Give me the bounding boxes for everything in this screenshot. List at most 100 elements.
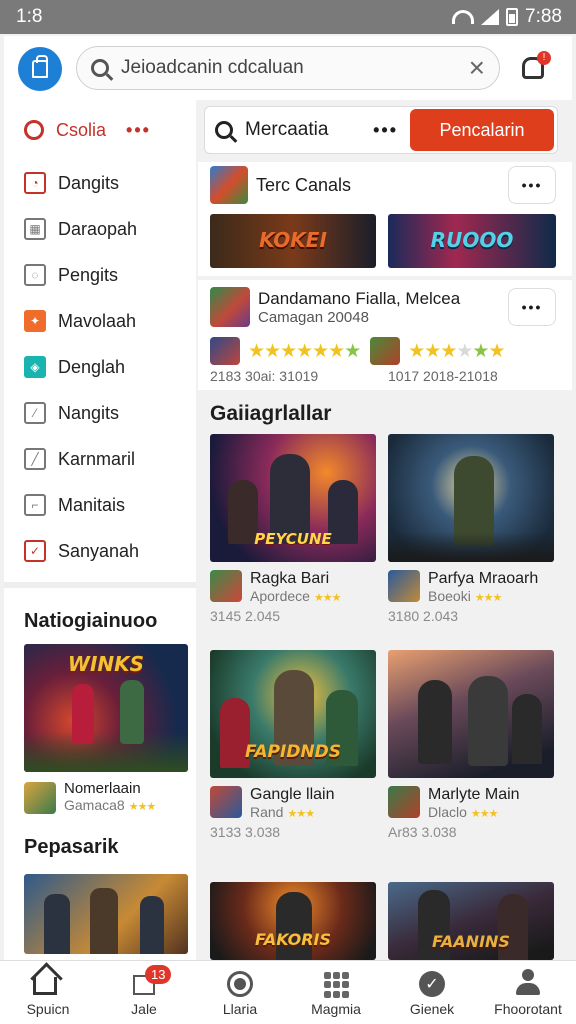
nav-profile[interactable]: Fhoorotant: [480, 961, 576, 1024]
game-tile-image[interactable]: PEYCUNE: [210, 434, 376, 562]
search-input[interactable]: Jeioadcanin cdcaluan ×: [76, 46, 500, 90]
tile-ground: [388, 532, 554, 562]
banner-logo-text: KOKEI: [259, 228, 327, 252]
game-tile-image[interactable]: [388, 650, 554, 778]
banner-soldier: [90, 888, 118, 954]
meta-text: 1017 2018-21018: [388, 368, 498, 384]
app-logo[interactable]: [18, 47, 62, 91]
banner-soldier: [44, 894, 70, 954]
app-header: Jeioadcanin cdcaluan × !: [4, 36, 572, 100]
battery-icon: [506, 8, 519, 26]
status-icons: 7:88: [452, 6, 562, 28]
pen-icon: ⁄: [24, 402, 46, 424]
rating-row: ★★★★★★★ ★★★★★★: [198, 334, 572, 368]
banner-hero: [72, 684, 94, 744]
sidebar-item-pengits[interactable]: ◌ Pengits: [4, 252, 196, 298]
tile-soldier: [468, 676, 508, 766]
folder-icon: ⌐: [24, 494, 46, 516]
game-subtitle: Rand: [250, 804, 284, 820]
nav-label: Llaria: [222, 1000, 258, 1017]
notification-button[interactable]: !: [520, 51, 551, 81]
game-banner[interactable]: KOKEI: [210, 214, 376, 268]
rating-stars: ★★★★★★★: [248, 340, 361, 362]
rating-stars: ★★★: [128, 801, 157, 813]
nav-label: Jale: [131, 1000, 157, 1017]
game-tile-info[interactable]: Parfya Mraoarh Boeoki ★★★ 3180 2.043: [388, 570, 558, 624]
game-meta: 3133 3.038: [210, 824, 281, 840]
game-tile-info[interactable]: Gangle llain Rand ★★★ 3133 3.038: [210, 786, 380, 840]
app-thumbnail: [210, 570, 242, 602]
sidebar-item-search[interactable]: Csolia •••: [4, 100, 196, 160]
nav-inbox[interactable]: 13 Jale: [96, 961, 192, 1024]
nav-apps[interactable]: Magmia: [288, 961, 384, 1024]
main-search-bar[interactable]: Mercaatia ••• Pencalarin: [204, 106, 558, 154]
game-tile-image[interactable]: FAPIDNDS: [210, 650, 376, 778]
banner-ground: [24, 732, 188, 772]
game-tile-info[interactable]: Marlyte Main Dlaclo ★★★ Ar83 3.038: [388, 786, 558, 840]
game-tile-image[interactable]: [388, 434, 554, 562]
app-card: Dandamano Fialla, Melcea Camagan 20048 •…: [198, 280, 572, 390]
notification-badge: !: [537, 51, 551, 65]
sidebar-item-dangits[interactable]: ◔ Dangits: [4, 160, 196, 206]
sidebar-item-mavolaah[interactable]: ✦ Mavolaah: [4, 298, 196, 344]
card-header: Dandamano Fialla, Melcea Camagan 20048 •…: [198, 280, 572, 334]
sidebar-item-denglah[interactable]: ◈ Denglah: [4, 344, 196, 390]
game-banner[interactable]: RUOOO: [388, 214, 556, 268]
rating-stars: ★★★: [287, 808, 315, 820]
featured-app[interactable]: Nomerlaain Gamaca8 ★★★: [24, 780, 196, 816]
game-tile-image[interactable]: FAKORIS: [210, 882, 376, 960]
nav-shield[interactable]: ✓ Gienek: [384, 961, 480, 1024]
sidebar-section-title: Pepasarik: [24, 836, 119, 858]
nav-badge: 13: [145, 964, 172, 984]
nav-record[interactable]: Llaria: [192, 961, 288, 1024]
banner-soldier: [140, 896, 164, 954]
apps-icon: [323, 969, 349, 999]
featured-banner-2[interactable]: [24, 874, 188, 954]
status-bar: 1:8 7:88: [0, 0, 576, 34]
sidebar-item-label: Denglah: [58, 356, 126, 377]
profile-icon: [514, 968, 542, 997]
sidebar-item-label: Mavolaah: [58, 310, 137, 331]
featured-banner[interactable]: WINKS: [24, 644, 188, 772]
more-options-button[interactable]: •••: [508, 166, 556, 204]
app-thumbnail: [370, 337, 401, 365]
banner-logo-text: WINKS: [67, 652, 145, 676]
clear-icon[interactable]: ×: [469, 54, 485, 82]
sidebar-item-karnmaril[interactable]: ╱ Karnmaril: [4, 436, 196, 482]
more-icon[interactable]: •••: [373, 120, 398, 141]
record-icon: [227, 970, 253, 997]
search-text: Jeioadcanin cdcaluan: [121, 57, 304, 78]
game-title: Parfya Mraoarh: [428, 570, 539, 587]
search-icon: [91, 59, 109, 77]
app-thumbnail: [210, 166, 248, 204]
wifi-icon: [452, 10, 475, 24]
sidebar-item-label: Karnmaril: [58, 448, 136, 469]
game-tile-info[interactable]: Ragka Bari Apordece ★★★ 3145 2.045: [210, 570, 380, 624]
rating-stars: ★★★: [470, 808, 499, 820]
game-tile-image[interactable]: FAANINS: [388, 882, 554, 960]
sidebar-item-nangits[interactable]: ⁄ Nangits: [4, 390, 196, 436]
card-subtitle: Camagan 20048: [258, 308, 369, 326]
game-meta: 3145 2.045: [210, 608, 281, 624]
banner-logo-text: RUOOO: [430, 228, 514, 252]
search-button[interactable]: Pencalarin: [410, 109, 554, 151]
game-subtitle: Dlaclo: [428, 804, 467, 820]
sidebar-item-daraopah[interactable]: ▦ Daraopah: [4, 206, 196, 252]
game-subtitle: Apordece: [250, 588, 310, 604]
game-subtitle: Boeoki: [428, 588, 471, 604]
nav-home[interactable]: Spuicn: [0, 961, 96, 1024]
tile-logo-text: FAANINS: [432, 932, 510, 951]
rating-stars: ★★★★★★: [408, 340, 505, 362]
app-thumbnail: [24, 782, 56, 814]
tile-soldier: [418, 680, 452, 764]
more-options-button[interactable]: •••: [508, 288, 556, 326]
app-thumbnail: [388, 570, 420, 602]
app-thumbnail: [210, 337, 240, 365]
edit-icon: ╱: [24, 448, 46, 470]
collection-card: Terc Canals ••• KOKEI RUOOO: [198, 162, 572, 276]
more-icon[interactable]: •••: [126, 120, 151, 141]
sidebar-item-manitais[interactable]: ⌐ Manitais: [4, 482, 196, 528]
sidebar-item-sanyanah[interactable]: ✓ Sanyanah: [4, 528, 196, 574]
sidebar-item-label: Nangits: [58, 402, 120, 423]
tile-soldier: [512, 694, 542, 764]
